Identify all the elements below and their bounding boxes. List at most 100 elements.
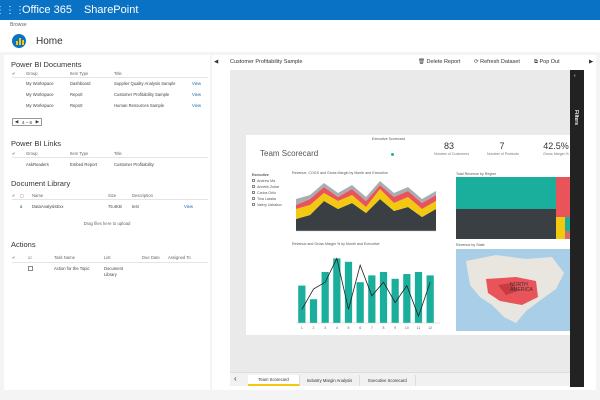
slicer-checkbox[interactable] (252, 191, 255, 194)
x-tick-label: 1 (301, 326, 303, 330)
doc-type-icon: ▢ (20, 193, 24, 198)
col-task-name[interactable]: Task Name (54, 255, 75, 260)
check-icon[interactable]: ✔ (12, 151, 16, 156)
kpi-products-value: 7 (499, 141, 505, 151)
executive-slicer-item[interactable]: Valery Ushakov (252, 203, 282, 207)
x-tick-label: 2 (313, 326, 315, 330)
col-item-type[interactable]: Item Type (70, 151, 88, 156)
cell-group: My Workspace (26, 81, 54, 86)
browse-tab[interactable]: Browse (10, 22, 27, 28)
slicer-item-label: Tina Lassila (257, 197, 277, 201)
view-link[interactable]: View (184, 204, 193, 209)
map-region-label: NORTH AMERICA (510, 282, 533, 293)
report-page: Team Scorecard Executive Scorecard 83 Nu… (246, 135, 584, 335)
combo-chart-title: Revenue and Gross Margin % by Month and … (292, 242, 380, 246)
collapse-left-icon[interactable]: ◀ (214, 59, 218, 65)
delete-report-button[interactable]: 🗑 Delete Report (418, 59, 460, 65)
refresh-dataset-button[interactable]: ⟳ Refresh Dataset (474, 59, 520, 65)
checkbox-header-icon[interactable]: ☑ (28, 255, 32, 260)
cell-type: Embed Report (70, 162, 97, 167)
slicer-checkbox[interactable] (252, 197, 255, 200)
app-launcher-icon[interactable]: ⋮⋮⋮ (0, 0, 25, 20)
tabs-prev-icon[interactable]: ‹ (234, 374, 237, 383)
pager-prev-icon[interactable]: ◀ (15, 119, 18, 125)
revenue-bar[interactable] (356, 282, 364, 323)
check-icon[interactable]: ✔ (12, 71, 16, 76)
gross-margin-line[interactable] (301, 257, 431, 318)
slicer-item-label: Carlos Grilo (257, 191, 276, 195)
col-description[interactable]: Description (132, 193, 153, 198)
report-page-tabs: ‹ Team Scorecard Industry Margin Analysi… (230, 372, 570, 386)
revenue-bar[interactable] (321, 272, 329, 323)
slicer-checkbox[interactable] (252, 185, 255, 188)
col-due-date[interactable]: Due Date (142, 255, 160, 260)
x-tick-label: 10 (405, 326, 409, 330)
powerbi-documents-title: Power BI Documents (11, 60, 82, 69)
check-icon[interactable]: ✔ (12, 255, 16, 260)
page-title: Home (36, 35, 63, 47)
executive-slicer-item[interactable]: Tina Lassila (252, 197, 276, 201)
cell-title[interactable]: Human Resources Sample (114, 103, 164, 108)
col-list[interactable]: List (104, 255, 111, 260)
cell-group: My Workspace (26, 92, 54, 97)
cell-task[interactable]: Action for the Topic (54, 266, 94, 272)
filters-expand-icon[interactable]: ‹ (574, 73, 576, 79)
revenue-bar[interactable] (344, 261, 353, 323)
view-link[interactable]: View (192, 92, 201, 97)
delete-label: Delete Report (426, 59, 461, 65)
revenue-bar[interactable] (368, 275, 376, 323)
pop-out-button[interactable]: ⧉ Pop Out (534, 59, 560, 66)
powerbi-logo-icon (12, 34, 26, 48)
revenue-bar[interactable] (391, 278, 399, 323)
slicer-checkbox[interactable] (252, 203, 255, 206)
check-icon[interactable]: ✔ (12, 193, 16, 198)
cell-title[interactable]: Customer Profitability (114, 162, 154, 167)
revenue-bar[interactable] (379, 272, 388, 323)
executive-slicer-item[interactable]: Annelie Zubar (252, 185, 279, 189)
executive-slicer-item[interactable]: Carlos Grilo (252, 191, 276, 195)
drag-upload-text[interactable]: Drag files here to upload (4, 221, 210, 226)
pager-next-icon[interactable]: ▶ (36, 119, 39, 125)
cell-type: Dashboard (70, 81, 91, 86)
col-group[interactable]: Group (26, 151, 38, 156)
view-link[interactable]: View (192, 81, 201, 86)
document-library-title: Document Library (11, 179, 71, 188)
col-group[interactable]: Group (26, 71, 38, 76)
view-link[interactable]: View (192, 103, 201, 108)
revenue-bar[interactable] (309, 299, 318, 323)
col-title[interactable]: Title (114, 151, 122, 156)
sharepoint-link[interactable]: SharePoint (84, 4, 138, 16)
executive-slicer-title: Executive (252, 173, 269, 177)
collapse-right-icon[interactable]: ▶ (589, 59, 593, 65)
combo-chart[interactable]: 1 2 3 4 5 6 7 8 9 10 11 12 (292, 251, 442, 331)
cell-group: My Workspace (26, 103, 54, 108)
revenue-bar[interactable] (403, 274, 411, 323)
executive-slicer-item[interactable]: Andrew Ma (252, 179, 275, 183)
pager: ◀ 4 – 6 ▶ (12, 118, 42, 126)
area-chart[interactable] (292, 179, 440, 237)
suite-bar: ⋮⋮⋮ Office 365 SharePoint (0, 0, 600, 20)
slicer-item-label: Andrew Ma (257, 179, 276, 183)
tab-executive-scorecard[interactable]: Executive Scorecard (360, 375, 416, 386)
col-name[interactable]: Name (32, 193, 43, 198)
office365-brand[interactable]: Office 365 (22, 4, 72, 16)
col-title[interactable]: Title (114, 71, 122, 76)
slicer-checkbox[interactable] (252, 179, 255, 182)
powerbi-links-title: Power BI Links (11, 139, 62, 148)
tab-team-scorecard[interactable]: Team Scorecard (248, 375, 300, 386)
col-item-type[interactable]: Item Type (70, 71, 88, 76)
popout-label: Pop Out (539, 59, 560, 65)
col-assigned-to[interactable]: Assigned To (168, 255, 191, 260)
cell-title[interactable]: Supplier Quality Analysis Sample (114, 81, 175, 86)
col-size[interactable]: Size (108, 193, 116, 198)
cell-title[interactable]: Customer Profitability Sample (114, 92, 169, 97)
filters-pane[interactable]: ‹ Filters (570, 70, 584, 387)
page-header: Home (0, 30, 600, 52)
task-checkbox[interactable] (28, 266, 33, 271)
left-webparts: Power BI Documents ✔ Group Item Type Tit… (4, 55, 210, 390)
browse-bar: Browse (0, 20, 600, 30)
cell-name[interactable]: DataAnalysisExx (32, 204, 63, 209)
treemap-chart[interactable] (456, 177, 574, 239)
kpi-customers-value: 83 (443, 141, 454, 151)
tab-industry-margin[interactable]: Industry Margin Analysis (300, 375, 360, 386)
